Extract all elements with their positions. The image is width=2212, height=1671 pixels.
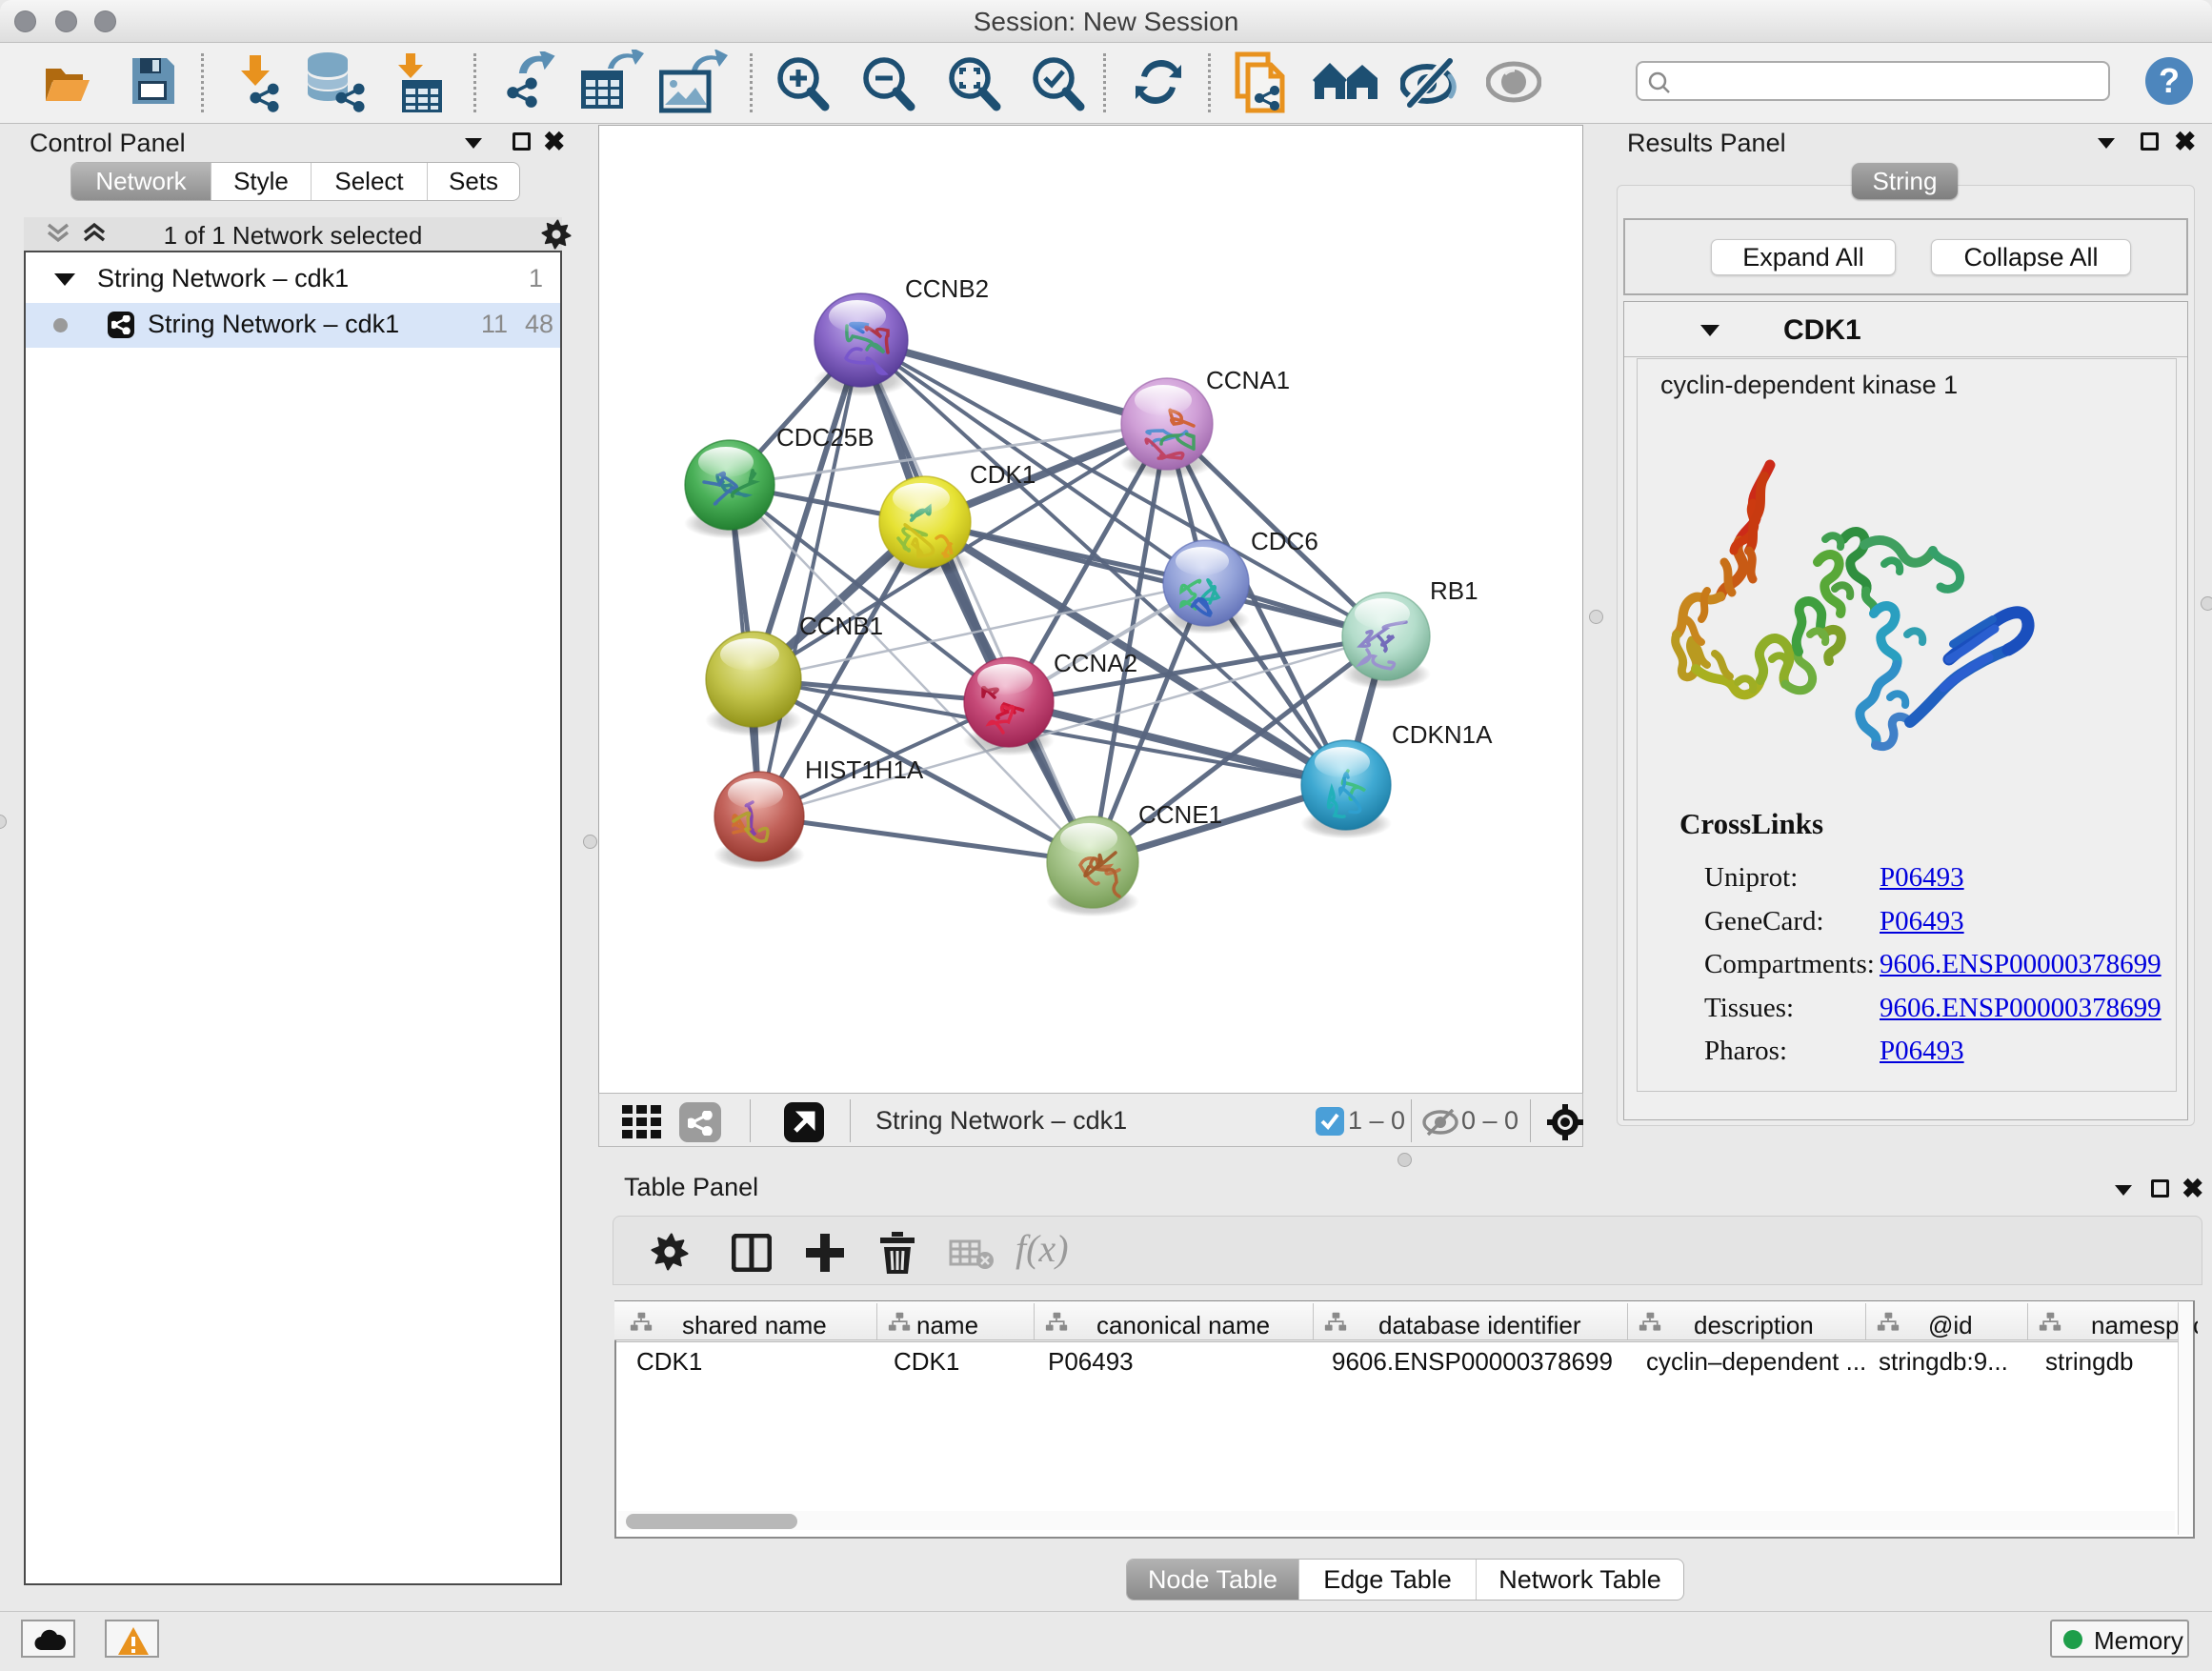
svg-text:CCNE1: CCNE1 xyxy=(1138,800,1222,829)
svg-text:CCNB2: CCNB2 xyxy=(905,274,989,303)
svg-text:CDK1: CDK1 xyxy=(970,460,1036,489)
svg-text:CDC6: CDC6 xyxy=(1251,527,1318,555)
svg-text:HIST1H1A: HIST1H1A xyxy=(805,755,924,784)
svg-text:RB1: RB1 xyxy=(1430,576,1478,605)
svg-text:CCNA1: CCNA1 xyxy=(1206,366,1290,394)
svg-text:CDC25B: CDC25B xyxy=(776,423,875,452)
svg-text:CDKN1A: CDKN1A xyxy=(1392,720,1493,749)
svg-text:CCNA2: CCNA2 xyxy=(1054,649,1137,677)
svg-text:CCNB1: CCNB1 xyxy=(799,612,883,640)
